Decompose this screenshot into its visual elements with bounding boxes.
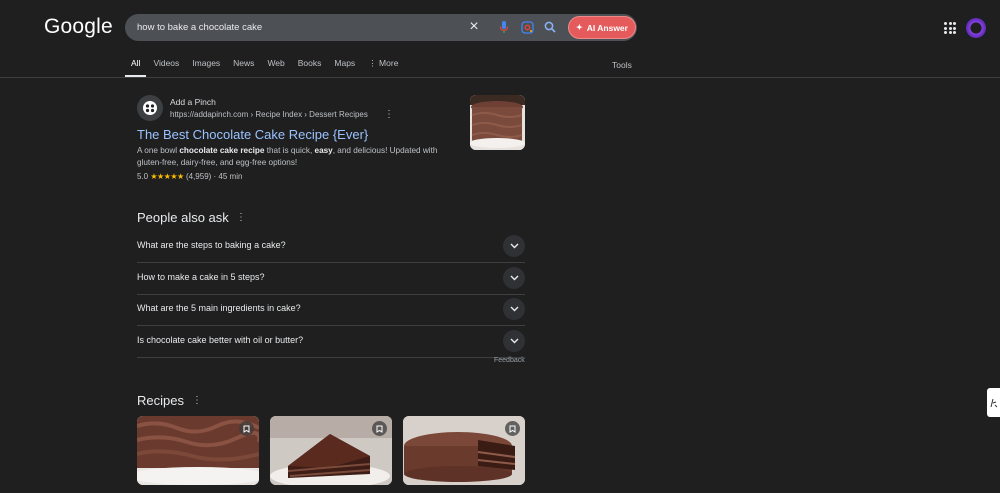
tools-button[interactable]: Tools <box>612 60 632 70</box>
tab-maps[interactable]: Maps <box>334 58 355 76</box>
tab-books[interactable]: Books <box>298 58 322 76</box>
paa-question: What are the steps to baking a cake? <box>137 240 286 250</box>
clear-icon[interactable]: × <box>466 19 482 35</box>
search-bar[interactable]: × ✦ AI Answer <box>125 14 637 41</box>
tab-videos[interactable]: Videos <box>153 58 179 76</box>
paa-heading: People also ask <box>137 210 229 225</box>
chevron-down-icon[interactable] <box>503 267 525 289</box>
paa-item[interactable]: What are the steps to baking a cake? <box>137 231 525 263</box>
ai-answer-label: AI Answer <box>586 22 628 33</box>
result-snippet: A one bowl chocolate cake recipe that is… <box>137 146 438 167</box>
result-title-link[interactable]: The Best Chocolate Cake Recipe {Ever} <box>137 127 368 142</box>
avatar[interactable] <box>966 18 986 38</box>
bookmark-icon[interactable] <box>372 421 387 436</box>
lens-icon[interactable] <box>519 19 535 35</box>
paa-item[interactable]: How to make a cake in 5 steps? <box>137 263 525 295</box>
rating-value: 5.0 <box>137 172 149 181</box>
star-rating-icon: ★★★★★ <box>150 172 184 181</box>
google-logo[interactable]: Google <box>44 15 113 39</box>
header: Google × ✦ AI Answer All Videos Images N… <box>0 0 1000 78</box>
recipes-menu-icon[interactable]: ⋮ <box>192 395 202 406</box>
result-thumbnail[interactable] <box>470 95 525 150</box>
paa-question: Is chocolate cake better with oil or but… <box>137 335 304 345</box>
pen-icon <box>990 398 998 407</box>
tab-images[interactable]: Images <box>192 58 220 76</box>
rating-meta: (4,959) · 45 min <box>185 172 243 181</box>
tab-all[interactable]: All <box>124 58 148 77</box>
site-favicon[interactable] <box>137 95 163 121</box>
chevron-down-icon[interactable] <box>503 330 525 352</box>
paa-menu-icon[interactable]: ⋮ <box>236 212 246 223</box>
recipes-heading: Recipes <box>137 393 184 408</box>
paa-question: How to make a cake in 5 steps? <box>137 272 265 282</box>
bookmark-icon[interactable] <box>239 421 254 436</box>
result-menu-icon[interactable]: ⋮ <box>384 109 394 120</box>
sparkle-icon: ✦ <box>576 23 583 32</box>
mic-icon[interactable] <box>496 19 512 35</box>
add-a-pinch-logo-icon <box>143 101 157 115</box>
bookmark-icon[interactable] <box>505 421 520 436</box>
paa-item[interactable]: What are the 5 main ingredients in cake? <box>137 294 525 326</box>
side-panel-tab[interactable] <box>987 388 1000 417</box>
result-rating: 5.0 ★★★★★ (4,959) · 45 min <box>137 172 242 181</box>
tab-web[interactable]: Web <box>267 58 284 76</box>
paa-question: What are the 5 main ingredients in cake? <box>137 303 301 313</box>
search-input[interactable] <box>137 14 457 41</box>
ai-answer-button[interactable]: ✦ AI Answer <box>568 16 636 39</box>
recipe-card[interactable] <box>270 416 392 485</box>
chevron-down-icon[interactable] <box>503 235 525 257</box>
recipe-card[interactable] <box>403 416 525 485</box>
apps-grid-icon[interactable] <box>944 22 956 34</box>
paa-item[interactable]: Is chocolate cake better with oil or but… <box>137 326 525 358</box>
tab-news[interactable]: News <box>233 58 254 76</box>
search-tabs: All Videos Images News Web Books Maps ⋮ … <box>124 58 411 78</box>
feedback-link[interactable]: Feedback <box>494 357 525 364</box>
site-name: Add a Pinch <box>170 97 216 107</box>
site-url: https://addapinch.com › Recipe Index › D… <box>170 110 368 119</box>
recipe-card[interactable] <box>137 416 259 485</box>
tab-more[interactable]: ⋮ More <box>368 58 398 76</box>
search-icon[interactable] <box>542 19 558 35</box>
chevron-down-icon[interactable] <box>503 298 525 320</box>
